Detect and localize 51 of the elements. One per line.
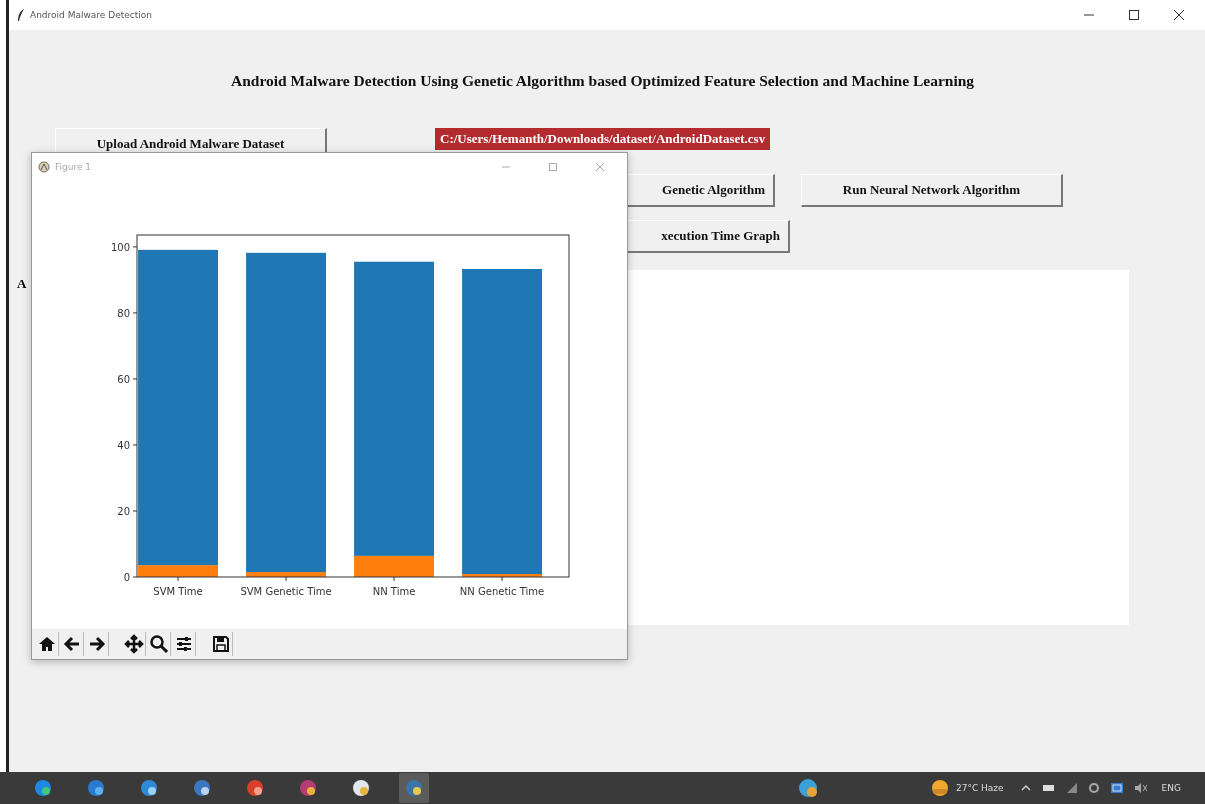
x-tick <box>501 576 503 582</box>
y-tick <box>132 510 138 512</box>
tick-label: 40 <box>117 439 130 451</box>
tick-label: 80 <box>117 307 130 319</box>
app-heading: Android Malware Detection Using Genetic Algorithm based Optimized Feature Selection and Machine Learning <box>231 72 976 90</box>
figure-window-title: Figure 1 <box>55 162 92 172</box>
y-tick <box>132 378 138 380</box>
tick-label: NN Time <box>372 586 416 597</box>
app-icon <box>245 778 265 798</box>
y-tick <box>132 312 138 314</box>
y-tick <box>132 576 138 578</box>
tick-label: 60 <box>117 373 130 385</box>
move-icon[interactable] <box>123 632 146 656</box>
network-icon[interactable] <box>1065 782 1078 794</box>
app-icon <box>351 778 371 798</box>
tick-label: 100 <box>110 241 130 253</box>
maximize-icon[interactable] <box>1128 9 1140 21</box>
feather-icon <box>17 9 25 21</box>
output-label: A <box>17 276 27 292</box>
language-indicator[interactable]: ENG <box>1161 783 1181 793</box>
close-icon[interactable] <box>1173 9 1185 21</box>
app-icon <box>33 778 53 798</box>
app-icon <box>192 778 212 798</box>
y-tick <box>132 246 138 248</box>
action-button[interactable]: Run Neural Network Algorithm <box>801 174 1063 207</box>
dataset-path-label: C:/Users/Hemanth/Downloads/dataset/AndroidDataset.csv <box>435 128 771 150</box>
x-tick <box>285 576 287 582</box>
save-icon[interactable] <box>210 632 233 656</box>
tick-label: 0 <box>123 572 130 583</box>
app-icon <box>298 778 318 798</box>
x-tick <box>393 576 395 582</box>
back-arrow-icon[interactable] <box>61 632 84 656</box>
app-icon <box>139 778 159 798</box>
taskbar-app[interactable] <box>399 773 429 803</box>
app-icon <box>86 778 106 798</box>
help-icon[interactable] <box>797 778 818 798</box>
tick-label: 20 <box>117 506 130 517</box>
tick-label: NN Genetic Time <box>459 586 545 597</box>
app-icon <box>38 161 50 173</box>
y-tick <box>132 444 138 446</box>
tick-label: SVM Time <box>153 586 203 597</box>
zoom-icon[interactable] <box>148 632 171 656</box>
tick-label: SVM Genetic Time <box>240 586 332 597</box>
display-icon[interactable] <box>1109 782 1124 794</box>
weather-text[interactable]: 27°C Haze <box>955 783 1004 793</box>
window-title: Android Malware Detection <box>30 10 152 20</box>
x-tick <box>177 576 179 582</box>
app-icon <box>404 778 424 798</box>
speaker-icon[interactable] <box>1133 782 1148 794</box>
weather-icon[interactable] <box>929 778 950 798</box>
battery-icon[interactable] <box>1041 782 1056 794</box>
